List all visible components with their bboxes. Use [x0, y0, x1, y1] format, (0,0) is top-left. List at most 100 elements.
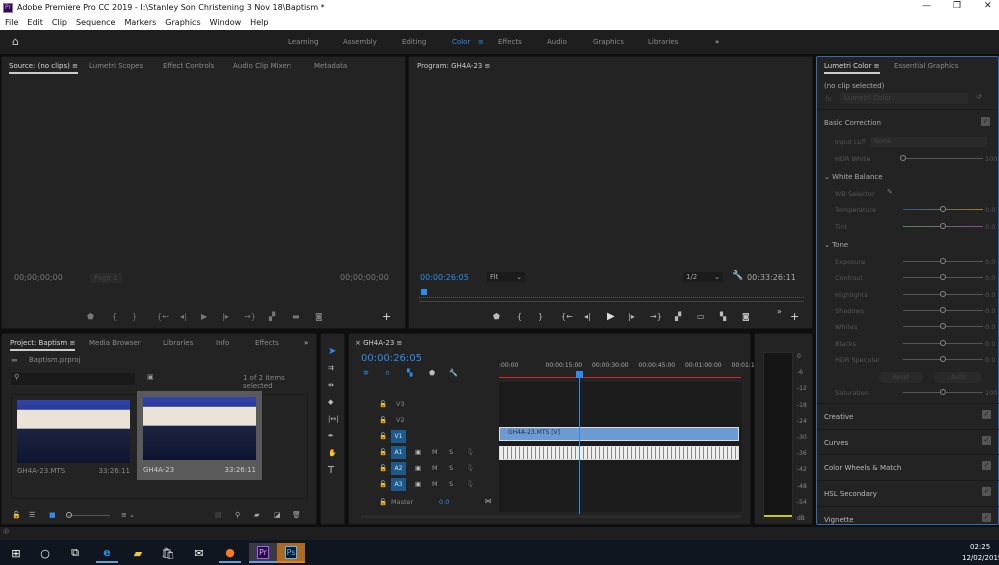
project-item[interactable]: GH4A-23.MTS 33:26:11	[12, 395, 132, 481]
workspace-audio[interactable]: Audio	[547, 38, 567, 46]
cortana-search-icon[interactable]: ○	[34, 543, 56, 563]
tone-value[interactable]: 0.0	[985, 323, 995, 331]
resolution-dropdown[interactable]: 1/2 ⌄	[683, 272, 723, 282]
section-checkbox[interactable]: ✓	[982, 512, 991, 522]
menu-file[interactable]: File	[5, 18, 18, 27]
extract-icon[interactable]: ▚	[720, 312, 726, 321]
slider-knob[interactable]	[940, 355, 946, 362]
type-tool-icon[interactable]: T	[328, 465, 334, 476]
slider-knob[interactable]	[940, 389, 946, 395]
tab-essential-graphics[interactable]: Essential Graphics	[894, 62, 959, 70]
tone-value[interactable]: 0.0	[985, 340, 995, 348]
sort-icon[interactable]: ≡ ⌄	[121, 511, 135, 519]
solo-button[interactable]: S	[449, 448, 453, 456]
go-to-in-icon[interactable]: {←	[561, 312, 573, 321]
reset-effect-icon[interactable]: ↺	[976, 93, 982, 101]
sync-lock-icon[interactable]: ▣	[415, 480, 421, 488]
source-timecode-out[interactable]: 00;00;00;00	[340, 273, 389, 282]
hdr-white-value[interactable]: 100	[985, 155, 997, 163]
lock-icon[interactable]: 🔓	[379, 416, 387, 424]
slider-knob[interactable]	[940, 223, 946, 229]
zoom-slider[interactable]	[66, 512, 110, 518]
temperature-slider[interactable]	[903, 206, 983, 212]
track-select-tool-icon[interactable]: ⇉	[328, 364, 334, 372]
step-back-icon[interactable]: ◂|	[180, 312, 187, 321]
add-marker-icon[interactable]: ⬟	[493, 312, 500, 321]
trash-icon[interactable]: 🗑	[292, 511, 301, 519]
export-frame-icon[interactable]: ◙	[315, 312, 323, 321]
mark-out-icon[interactable]: }	[132, 312, 137, 321]
track-target[interactable]: V1	[391, 430, 406, 443]
eyedropper-icon[interactable]: ✎	[887, 188, 893, 196]
settings-wrench-icon[interactable]: 🔧	[449, 369, 458, 377]
track-target[interactable]: A1	[391, 446, 406, 459]
tab-libraries[interactable]: Libraries	[163, 339, 193, 347]
play-icon[interactable]: ▶	[607, 311, 615, 322]
tone-slider[interactable]	[903, 323, 983, 330]
tone-slider[interactable]	[903, 274, 983, 281]
slider-knob[interactable]	[940, 274, 946, 281]
program-playhead[interactable]	[421, 289, 427, 295]
store-icon[interactable]: 🛍	[157, 543, 179, 563]
lock-icon[interactable]: 🔓	[379, 448, 387, 456]
source-timecode-in[interactable]: 00;00;00;00	[14, 273, 63, 282]
new-item-icon[interactable]: ◪	[274, 511, 281, 519]
tab-effects[interactable]: Effects	[255, 339, 279, 347]
add-marker-icon[interactable]: ⬟	[429, 369, 435, 377]
firefox-icon[interactable]: ●	[219, 543, 241, 563]
workspace-effects[interactable]: Effects	[498, 38, 522, 46]
linked-selection-icon[interactable]: ▚	[407, 369, 412, 377]
tint-value[interactable]: 0.0	[985, 223, 995, 231]
lock-icon[interactable]: 🔓	[12, 511, 21, 519]
tab-source[interactable]: Source: (no clips) ≡	[9, 62, 78, 74]
play-icon[interactable]: ▶	[201, 312, 207, 321]
slip-tool-icon[interactable]: |↔|	[328, 415, 339, 423]
lock-icon[interactable]: 🔓	[379, 464, 387, 472]
effect-dropdown[interactable]: Lumetri Color	[840, 93, 968, 104]
list-view-icon[interactable]: ☰	[29, 511, 35, 519]
compare-view-icon[interactable]: ▭	[697, 312, 705, 321]
mark-out-icon[interactable]: }	[538, 312, 543, 321]
task-view-icon[interactable]: ⧉	[64, 543, 86, 563]
saturation-value[interactable]: 100.0	[985, 389, 999, 397]
track-target[interactable]: A2	[391, 462, 406, 475]
go-to-in-icon[interactable]: {←	[157, 312, 169, 321]
more-workspaces-icon[interactable]: »	[715, 38, 719, 46]
more-controls-icon[interactable]: »	[777, 307, 782, 316]
search-input[interactable]: ⚲	[11, 373, 135, 385]
track-label[interactable]: V3	[396, 400, 405, 408]
tone-header[interactable]: ⌄ Tone	[824, 241, 848, 249]
mark-in-icon[interactable]: {	[112, 312, 117, 321]
slider-knob[interactable]	[940, 290, 946, 297]
tone-value[interactable]: 0.0	[985, 274, 995, 282]
razor-tool-icon[interactable]: ◆	[328, 398, 333, 406]
auto-button[interactable]: Auto	[934, 372, 982, 383]
ripple-edit-tool-icon[interactable]: ⇹	[328, 381, 334, 389]
slider-knob[interactable]	[940, 339, 946, 346]
automate-icon[interactable]: ▤	[215, 511, 222, 519]
section-checkbox[interactable]: ✓	[982, 487, 991, 497]
fit-dropdown[interactable]: Fit ⌄	[487, 272, 525, 282]
menu-sequence[interactable]: Sequence	[76, 18, 115, 27]
tone-value[interactable]: 0.0	[985, 291, 995, 299]
maximize-button[interactable]: ❐	[953, 1, 961, 11]
step-back-icon[interactable]: ◂|	[584, 312, 591, 321]
workspace-color[interactable]: Color	[452, 38, 470, 46]
basic-correction-header[interactable]: Basic Correction	[824, 119, 881, 127]
input-lut-dropdown[interactable]: None	[870, 137, 987, 147]
voiceover-mic-icon[interactable]: 🎙	[466, 448, 474, 456]
clock-date[interactable]: 12/02/2019	[962, 554, 999, 562]
pen-tool-icon[interactable]: ✒	[328, 432, 334, 440]
add-marker-icon[interactable]: ⬟	[87, 312, 94, 321]
saturation-slider[interactable]	[903, 389, 983, 395]
playhead-handle[interactable]	[576, 371, 583, 378]
tab-lumetri-color[interactable]: Lumetri Color ≡	[824, 62, 880, 74]
mute-button[interactable]: M	[432, 448, 438, 456]
wrench-icon[interactable]: 🔧	[732, 271, 743, 281]
sync-icon[interactable]: ⋈	[485, 497, 492, 505]
premiere-taskbar-icon[interactable]: Pr	[249, 543, 277, 563]
master-value[interactable]: 0.0	[439, 498, 449, 506]
find-icon[interactable]: ⚲	[235, 511, 240, 519]
tab-metadata[interactable]: Metadata	[314, 62, 347, 70]
time-ruler[interactable]: :00:00 00:00:15:00 00:00:30:00 00:00:45:00 0…	[499, 360, 755, 378]
